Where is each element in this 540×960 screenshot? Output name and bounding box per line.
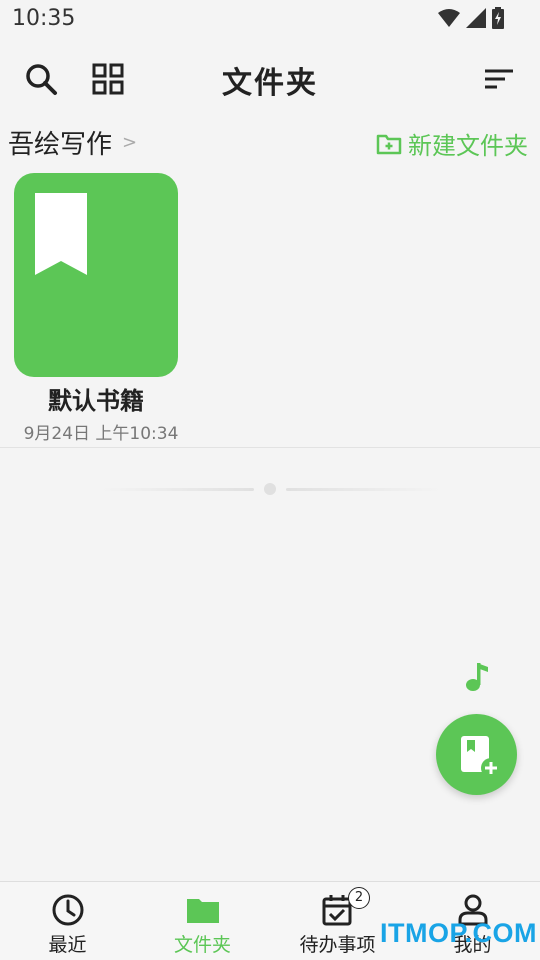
clock-icon xyxy=(52,894,83,926)
loading-indicator xyxy=(100,482,442,496)
book-date: 9月24日 上午10:34 xyxy=(23,424,179,444)
wifi-icon xyxy=(438,9,460,27)
breadcrumb: 吾绘写作 > 新建文件夹 xyxy=(0,122,540,162)
chevron-right-icon: > xyxy=(122,132,138,153)
loader-line-right xyxy=(286,488,442,491)
todo-count-badge: 2 xyxy=(348,887,370,909)
page-title: 文件夹 xyxy=(222,66,318,101)
nav-label-folder: 文件夹 xyxy=(173,934,231,956)
folder-add-icon xyxy=(376,134,402,154)
folder-icon xyxy=(186,899,219,923)
watermark: ITMOP.COM xyxy=(380,918,538,948)
book-add-icon xyxy=(461,736,500,778)
nav-item-folder[interactable]: 文件夹 xyxy=(135,882,270,960)
add-book-button[interactable] xyxy=(436,714,517,795)
music-note-icon[interactable] xyxy=(464,660,492,692)
sort-icon[interactable] xyxy=(482,64,516,94)
loader-dot xyxy=(264,483,276,495)
new-folder-button[interactable]: 新建文件夹 xyxy=(376,126,528,161)
top-app-bar: 文件夹 xyxy=(0,48,540,110)
new-folder-label: 新建文件夹 xyxy=(408,132,528,160)
battery-icon xyxy=(492,7,504,29)
status-bar: 10:35 xyxy=(0,0,540,40)
status-time: 10:35 xyxy=(12,6,76,31)
book-card[interactable] xyxy=(14,173,178,377)
nav-label-recent: 最近 xyxy=(48,934,87,956)
bookmark-icon xyxy=(35,193,87,275)
book-name[interactable]: 默认书籍 xyxy=(0,381,192,416)
signal-icon xyxy=(466,8,486,28)
divider xyxy=(0,447,540,448)
nav-item-recent[interactable]: 最近 xyxy=(0,882,135,960)
loader-line-left xyxy=(100,488,254,491)
breadcrumb-title[interactable]: 吾绘写作 xyxy=(8,124,112,161)
status-icons xyxy=(438,7,504,29)
